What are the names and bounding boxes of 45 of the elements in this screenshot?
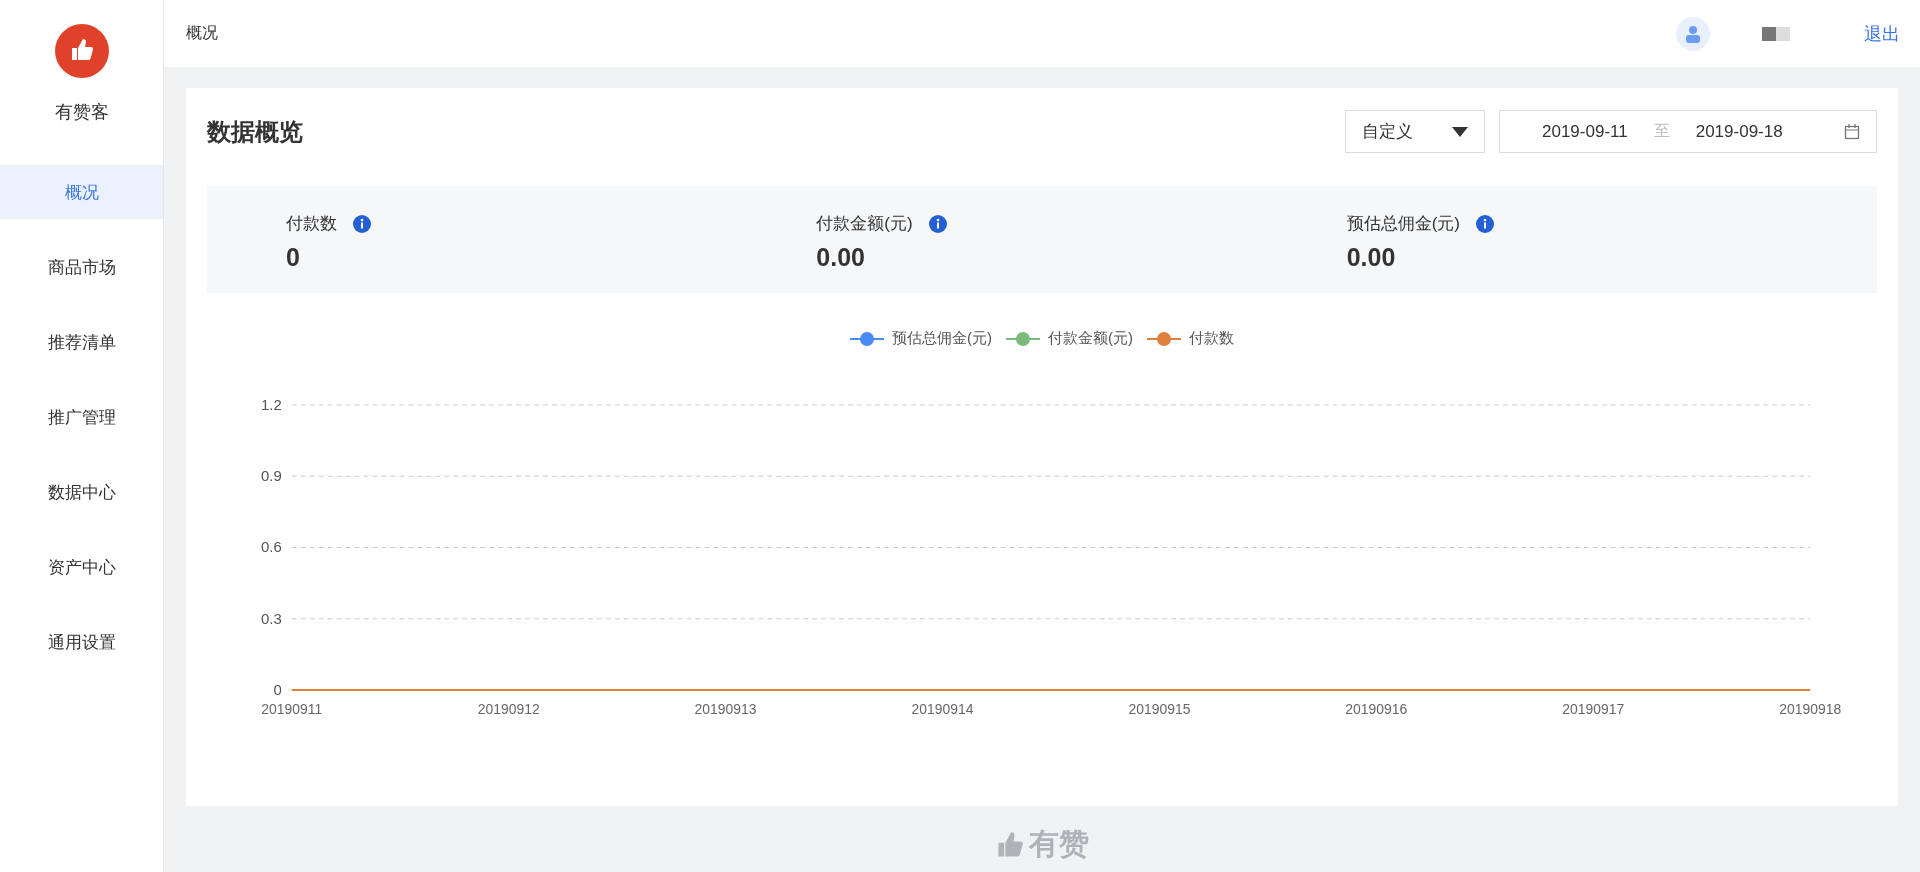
legend-item[interactable]: 预估总佣金(元) bbox=[850, 329, 992, 348]
y-tick-label: 0.3 bbox=[261, 609, 282, 627]
info-icon[interactable] bbox=[928, 214, 947, 233]
calendar-icon bbox=[1844, 123, 1860, 140]
info-icon[interactable] bbox=[353, 214, 371, 233]
info-icon[interactable] bbox=[1476, 214, 1494, 233]
stat-value: 0.00 bbox=[816, 243, 866, 272]
stat-value: 0 bbox=[286, 243, 301, 272]
x-tick-label: 20190913 bbox=[694, 701, 757, 717]
sidebar-item[interactable]: 商品市场 bbox=[0, 240, 163, 294]
avatar[interactable] bbox=[1676, 16, 1710, 51]
caret-icon bbox=[1452, 126, 1468, 137]
x-tick-label: 20190914 bbox=[911, 701, 974, 717]
sidebar-item[interactable]: 通用设置 bbox=[0, 615, 163, 669]
thumbs-up-icon bbox=[995, 829, 1025, 860]
toggle-icon[interactable] bbox=[1762, 26, 1790, 41]
range-select[interactable]: 自定义 bbox=[1345, 110, 1485, 153]
date-range-field[interactable]: 2019-09-11 至 2019-09-18 bbox=[1499, 110, 1877, 153]
logout-link[interactable]: 退出 bbox=[1864, 21, 1900, 46]
breadcrumb: 概况 bbox=[186, 23, 219, 43]
card-title: 数据概览 bbox=[207, 116, 304, 147]
x-tick-label: 20190916 bbox=[1345, 701, 1408, 717]
x-tick-label: 20190915 bbox=[1128, 701, 1191, 717]
thumbs-up-logo bbox=[54, 24, 109, 78]
brand-name: 有赞客 bbox=[54, 101, 109, 124]
stat-value: 0.00 bbox=[1346, 243, 1397, 272]
y-tick-label: 0.6 bbox=[261, 538, 282, 556]
y-tick-label: 0.9 bbox=[261, 467, 282, 485]
footer-brand: 有赞 bbox=[1029, 826, 1089, 862]
sidebar-item[interactable]: 推荐清单 bbox=[0, 315, 163, 369]
legend-item[interactable]: 付款金额(元) bbox=[1006, 329, 1133, 348]
y-tick-label: 1.2 bbox=[261, 396, 282, 413]
sidebar-item[interactable]: 资产中心 bbox=[0, 540, 163, 594]
y-tick-label: 0 bbox=[273, 681, 282, 698]
x-tick-label: 20190918 bbox=[1779, 701, 1842, 717]
sidebar-item[interactable]: 数据中心 bbox=[0, 465, 163, 519]
x-tick-label: 20190911 bbox=[261, 701, 323, 717]
sidebar-item[interactable]: 推广管理 bbox=[0, 390, 163, 444]
x-tick-label: 20190912 bbox=[477, 701, 540, 717]
x-tick-label: 20190917 bbox=[1562, 701, 1625, 717]
stat-label: 付款金额(元) bbox=[816, 213, 913, 235]
stat-label: 付款数 bbox=[286, 213, 337, 235]
sidebar-item[interactable]: 概况 bbox=[0, 165, 163, 219]
stat-label: 预估总佣金(元) bbox=[1346, 213, 1460, 235]
legend-item[interactable]: 付款数 bbox=[1147, 329, 1234, 348]
